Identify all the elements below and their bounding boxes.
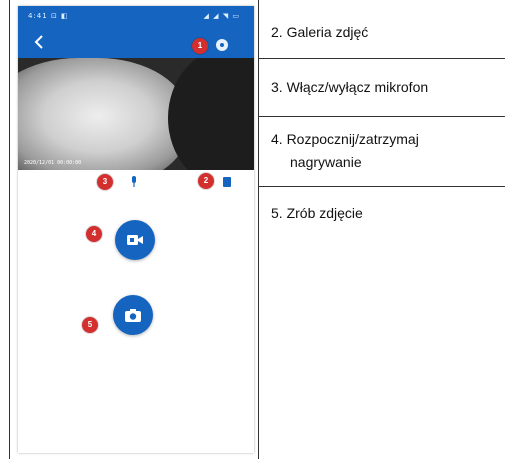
phone-screenshot: 4:41 ⊡ ◧ ◢ ◢ ◥ ▭ 2020/12/01 00:00:00 1 2… <box>18 6 254 453</box>
callout-badge-1: 1 <box>192 38 208 54</box>
gallery-icon[interactable] <box>223 176 231 188</box>
callout-badge-4: 4 <box>86 226 102 242</box>
callout-badge-2: 2 <box>198 173 214 189</box>
callout-badge-5: 5 <box>82 317 98 333</box>
legend-item-3: 3. Włącz/wyłącz mikrofon <box>271 79 429 95</box>
status-bar-left: 4:41 ⊡ ◧ <box>28 12 69 20</box>
legend-item-5: 5. Zrób zdjęcie <box>271 205 363 221</box>
video-camera-icon <box>127 235 143 245</box>
video-image <box>18 58 188 170</box>
camera-video-feed: 2020/12/01 00:00:00 <box>18 58 254 170</box>
table-row-divider <box>258 58 505 59</box>
status-bar-right: ◢ ◢ ◥ ▭ <box>203 12 240 20</box>
legend-item-4-line1: 4. Rozpocznij/zatrzymaj <box>271 131 419 147</box>
callout-badge-3: 3 <box>97 174 113 190</box>
record-video-button[interactable] <box>115 220 155 260</box>
table-row-divider <box>258 186 505 187</box>
microphone-icon[interactable] <box>130 176 138 188</box>
table-row-divider <box>258 116 505 117</box>
legend-item-4-line2: nagrywanie <box>290 154 362 170</box>
table-border-left <box>9 0 10 459</box>
legend-item-2: 2. Galeria zdjęć <box>271 24 369 40</box>
take-photo-button[interactable] <box>113 295 153 335</box>
gear-icon[interactable] <box>216 39 228 51</box>
table-divider-vertical <box>258 0 259 459</box>
chevron-left-icon[interactable] <box>30 32 50 52</box>
video-shadow <box>168 58 254 170</box>
video-timestamp: 2020/12/01 00:00:00 <box>24 160 82 166</box>
app-bar: 4:41 ⊡ ◧ ◢ ◢ ◥ ▭ <box>18 6 254 58</box>
camera-icon <box>125 309 141 322</box>
